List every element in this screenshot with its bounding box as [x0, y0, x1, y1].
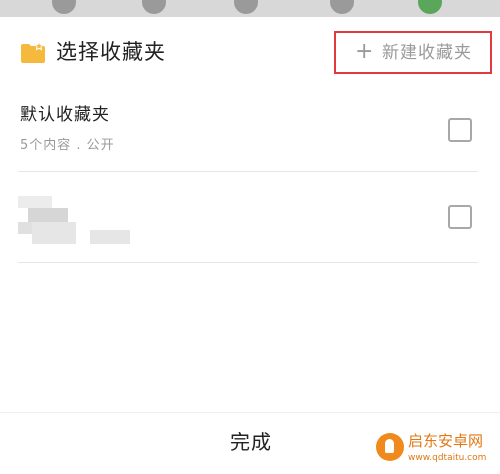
blurred-status-area [0, 0, 500, 17]
plus-icon: + [355, 39, 374, 64]
collection-picker-sheet: 选择收藏夹 + 新建收藏夹 默认收藏夹 5个内容 . 公开 完成 [0, 17, 500, 474]
blurred-icon [142, 0, 166, 14]
sheet-header: 选择收藏夹 + 新建收藏夹 [0, 17, 500, 87]
collection-name: 默认收藏夹 [20, 105, 110, 125]
collection-meta: 5个内容 . 公开 [20, 138, 115, 153]
page-title: 选择收藏夹 [56, 40, 166, 64]
collection-checkbox[interactable] [448, 205, 472, 229]
blurred-icon [234, 0, 258, 14]
blurred-icon [330, 0, 354, 14]
folder-star-icon [21, 42, 45, 63]
site-watermark: 启东安卓网 www.qdtaitu.com [376, 424, 496, 470]
done-label: 完成 [230, 430, 272, 454]
new-folder-label: 新建收藏夹 [382, 43, 472, 63]
new-folder-button[interactable]: + 新建收藏夹 [334, 31, 492, 74]
collection-checkbox[interactable] [448, 118, 472, 142]
collection-item-blurred[interactable] [18, 172, 478, 263]
watermark-logo-icon [376, 433, 404, 461]
collection-item-default[interactable]: 默认收藏夹 5个内容 . 公开 [18, 87, 478, 172]
watermark-title: 启东安卓网 [408, 432, 484, 450]
blurred-icon [52, 0, 76, 14]
blurred-icon [418, 0, 442, 14]
watermark-url: www.qdtaitu.com [408, 453, 487, 463]
